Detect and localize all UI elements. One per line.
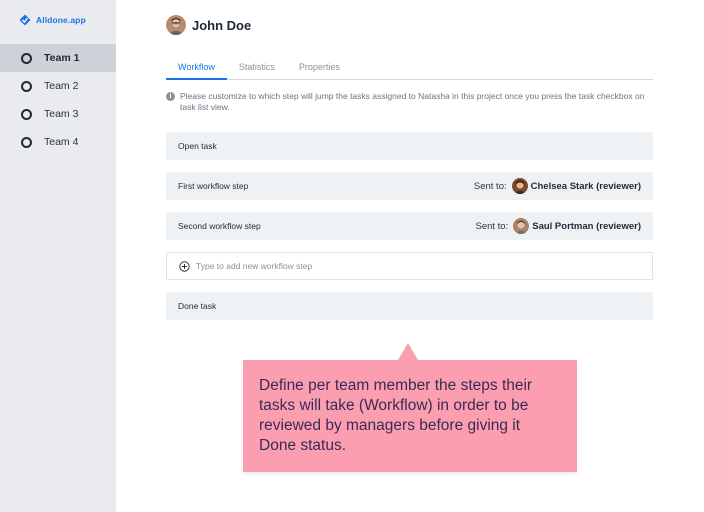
reviewer-name[interactable]: Saul Portman (reviewer) (532, 221, 641, 232)
diamond-logo-icon (19, 14, 31, 26)
sidebar-item-team-2[interactable]: Team 2 (0, 72, 116, 100)
done-task-row[interactable]: Done task (166, 292, 653, 320)
team-circle-icon (21, 80, 32, 92)
callout-arrow (398, 343, 418, 360)
tab-statistics[interactable]: Statistics (227, 56, 287, 80)
add-workflow-step-input[interactable] (196, 261, 596, 271)
team-circle-icon (21, 108, 32, 120)
reviewer-avatar-icon (513, 218, 530, 234)
team-list: Team 1 Team 2 Team 3 Team 4 (0, 44, 116, 156)
sent-to-label: Sent to: (475, 220, 509, 232)
sent-to-label: Sent to: (473, 180, 507, 192)
info-icon: i (166, 92, 175, 101)
tab-properties[interactable]: Properties (287, 56, 352, 80)
brand-name: Alldone.app (36, 15, 86, 25)
info-text: Please customize to which step will jump… (180, 91, 645, 112)
sidebar-item-team-1[interactable]: Team 1 (0, 44, 116, 72)
add-workflow-step[interactable] (166, 252, 653, 280)
sidebar-item-label: Team 4 (44, 136, 79, 148)
brand[interactable]: Alldone.app (19, 14, 86, 26)
sidebar-item-label: Team 1 (44, 52, 80, 64)
sidebar: Alldone.app Team 1 Team 2 Team 3 Team 4 (0, 0, 116, 512)
page-title: John Doe (192, 17, 252, 33)
workflow-step-label: Second workflow step (178, 221, 261, 231)
workflow-step-row[interactable]: First workflow step Sent to: Chelsea Sta… (166, 172, 653, 200)
sidebar-item-label: Team 3 (44, 108, 79, 120)
team-circle-icon (21, 52, 32, 64)
tooltip-callout: Define per team member the steps their t… (243, 360, 577, 472)
info-note: i Please customize to which step will ju… (166, 91, 656, 112)
sidebar-item-label: Team 2 (44, 80, 79, 92)
workflow-step-label: First workflow step (178, 181, 249, 191)
reviewer-name[interactable]: Chelsea Stark (reviewer) (531, 181, 641, 192)
plus-circle-icon[interactable] (179, 260, 190, 272)
user-avatar-icon[interactable] (166, 15, 186, 35)
workflow-step-row[interactable]: Second workflow step Sent to: Saul Portm… (166, 212, 653, 240)
tab-workflow[interactable]: Workflow (166, 56, 227, 80)
sidebar-item-team-3[interactable]: Team 3 (0, 100, 116, 128)
reviewer-avatar-icon (511, 178, 528, 194)
tab-bar: Workflow Statistics Properties (166, 56, 653, 80)
team-circle-icon (21, 136, 32, 148)
open-task-label: Open task (178, 141, 217, 151)
open-task-row[interactable]: Open task (166, 132, 653, 160)
sidebar-item-team-4[interactable]: Team 4 (0, 128, 116, 156)
profile-header: John Doe (166, 15, 251, 35)
callout-text: Define per team member the steps their t… (259, 377, 533, 454)
done-task-label: Done task (178, 301, 217, 311)
